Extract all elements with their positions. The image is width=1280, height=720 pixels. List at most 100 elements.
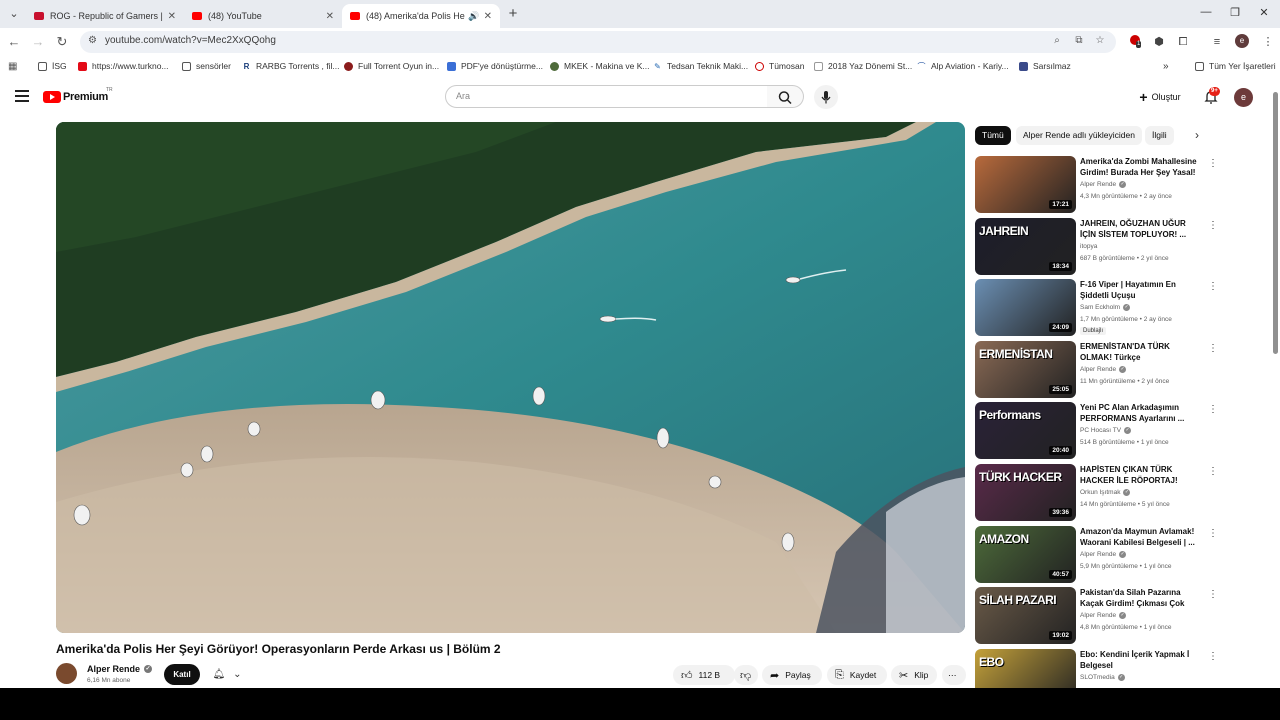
bookmark-item[interactable]: Full Torrent Oyun in... xyxy=(344,61,439,71)
kebab-menu-icon[interactable]: ⋮ xyxy=(1207,343,1219,354)
subscription-bell-button[interactable]: 🔔︎ ⌄ xyxy=(205,664,249,685)
recommendation-item[interactable]: TÜRK HACKER 39:36 HAPİSTEN ÇIKAN TÜRK HACK… xyxy=(975,464,1225,522)
kebab-menu-icon[interactable]: ⋮ xyxy=(1207,158,1219,169)
video-thumbnail[interactable]: EBO xyxy=(975,649,1076,688)
bookmark-item[interactable]: MKEK - Makina ve K... xyxy=(550,61,650,71)
close-icon[interactable]: ✕ xyxy=(326,11,334,22)
channel-avatar[interactable] xyxy=(56,663,77,684)
recommendation-item[interactable]: AMAZON 40:57 Amazon'da Maymun Avlamak! Wao… xyxy=(975,526,1225,584)
puzzle-icon[interactable]: ⧠ xyxy=(1175,34,1191,50)
bookmarks-overflow-button[interactable]: » xyxy=(1163,61,1169,72)
recommendation-channel[interactable]: Sam Eckholm ✓ xyxy=(1080,304,1131,311)
video-thumbnail[interactable]: Performans 20:40 xyxy=(975,402,1076,459)
scrollbar-thumb[interactable] xyxy=(1273,92,1278,354)
video-thumbnail[interactable]: SİLAH PAZARI 19:02 xyxy=(975,587,1076,644)
share-button[interactable]: ➦ Paylaş xyxy=(762,665,822,685)
kebab-menu-icon[interactable]: ⋮ xyxy=(1207,220,1219,231)
voice-search-button[interactable] xyxy=(814,85,838,109)
reading-list-icon[interactable]: ≡ xyxy=(1209,34,1225,50)
back-icon[interactable]: ← xyxy=(6,34,22,50)
chip-all[interactable]: Tümü xyxy=(975,126,1011,145)
dislike-button[interactable]: 👎︎ xyxy=(734,665,758,685)
recommendation-title[interactable]: JAHREIN, OĞUZHAN UĞUR İÇİN SİSTEM TOPLUY… xyxy=(1080,218,1202,240)
menu-kebab-icon[interactable]: ⋮ xyxy=(1260,34,1276,50)
bookmark-item[interactable]: PDF'ye dönüştürme... xyxy=(447,61,543,71)
kebab-menu-icon[interactable]: ⋮ xyxy=(1207,466,1219,477)
video-thumbnail[interactable]: 17:21 xyxy=(975,156,1076,213)
bookmark-item[interactable]: Tümosan xyxy=(755,61,804,71)
url-text[interactable]: youtube.com/watch?v=Mec2XxQQohg xyxy=(105,35,276,46)
install-app-icon[interactable]: ⧉ xyxy=(1072,35,1086,46)
account-avatar[interactable]: e xyxy=(1234,88,1253,107)
recommendation-title[interactable]: F-16 Viper | Hayatımın En Şiddetli Uçuşu xyxy=(1080,279,1202,301)
close-icon[interactable]: ✕ xyxy=(484,11,492,22)
create-button[interactable]: + Oluştur xyxy=(1130,87,1190,107)
recommendation-item[interactable]: Performans 20:40 Yeni PC Alan Arkadaşımın … xyxy=(975,402,1225,460)
recommendation-channel[interactable]: Alper Rende ✓ xyxy=(1080,551,1127,558)
zoom-icon[interactable]: ⌕ xyxy=(1050,35,1064,46)
profile-avatar[interactable]: e xyxy=(1235,34,1249,48)
restore-icon[interactable]: ❐ xyxy=(1225,6,1245,19)
close-window-icon[interactable]: ✕ xyxy=(1254,6,1274,19)
save-button[interactable]: ⎘ Kaydet xyxy=(827,665,887,685)
new-tab-button[interactable]: + xyxy=(504,5,522,23)
recommendation-item[interactable]: 17:21 Amerika'da Zombi Mahallesine Girdim… xyxy=(975,156,1225,214)
video-thumbnail[interactable]: AMAZON 40:57 xyxy=(975,526,1076,583)
recommendation-title[interactable]: Amerika'da Zombi Mahallesine Girdim! Bur… xyxy=(1080,156,1202,178)
recommendation-channel[interactable]: Alper Rende ✓ xyxy=(1080,612,1127,619)
recommendation-channel[interactable]: SLOTmedia ✓ xyxy=(1080,674,1125,681)
close-icon[interactable]: ✕ xyxy=(168,11,176,22)
clip-button[interactable]: ✂ Klip xyxy=(891,665,937,685)
channel-name[interactable]: Alper Rende ✓ xyxy=(87,664,153,674)
recommendation-channel[interactable]: Alper Rende ✓ xyxy=(1080,366,1127,373)
recommendation-title[interactable]: HAPİSTEN ÇIKAN TÜRK HACKER İLE RÖPORTAJ! xyxy=(1080,464,1202,486)
bookmark-item[interactable]: Sarsılmaz xyxy=(1019,61,1071,71)
recommendation-item[interactable]: SİLAH PAZARI 19:02 Pakistan'da Silah Pazar… xyxy=(975,587,1225,645)
chip-from-uploader[interactable]: Alper Rende adlı yükleyiciden xyxy=(1016,126,1142,145)
bookmark-item[interactable]: ⌒ Alp Aviation - Kariy... xyxy=(917,61,1009,71)
recommendation-item[interactable]: JAHREIN 18:34 JAHREIN, OĞUZHAN UĞUR İÇİN S… xyxy=(975,218,1225,276)
recommendation-channel[interactable]: Orkun Işıtmak ✓ xyxy=(1080,489,1131,496)
more-actions-button[interactable]: ⋯ xyxy=(942,665,966,685)
chevron-right-icon[interactable]: › xyxy=(1195,128,1199,142)
site-info-icon[interactable]: ⚙ xyxy=(88,35,97,46)
video-thumbnail[interactable]: JAHREIN 18:34 xyxy=(975,218,1076,275)
hamburger-menu-icon[interactable] xyxy=(15,90,29,105)
recommendation-item[interactable]: EBO Ebo: Kendini İçerik Yapmak İ Belgesel… xyxy=(975,649,1225,688)
bookmark-star-icon[interactable]: ☆ xyxy=(1093,35,1107,46)
video-player[interactable] xyxy=(56,122,965,633)
tab-active-video[interactable]: (48) Amerika'da Polis Her Ş 🔊 ✕ xyxy=(342,4,500,28)
bookmark-item[interactable]: İSG xyxy=(38,61,67,71)
recommendation-title[interactable]: Amazon'da Maymun Avlamak! Waorani Kabile… xyxy=(1080,526,1202,548)
join-button[interactable]: Katıl xyxy=(164,664,200,685)
recommendation-channel[interactable]: Alper Rende ✓ xyxy=(1080,181,1127,188)
kebab-menu-icon[interactable]: ⋮ xyxy=(1207,404,1219,415)
all-bookmarks-item[interactable]: Tüm Yer İşaretleri xyxy=(1195,61,1276,71)
bookmark-item[interactable]: R RARBG Torrents , fil... xyxy=(242,61,340,71)
apps-grid-icon[interactable]: ▦ xyxy=(8,61,17,72)
recommendation-title[interactable]: Ebo: Kendini İçerik Yapmak İ Belgesel xyxy=(1080,649,1202,671)
bookmark-item[interactable]: https://www.turkno... xyxy=(78,61,169,71)
speaker-icon[interactable]: 🔊 xyxy=(468,11,479,22)
recommendation-title[interactable]: ERMENİSTAN'DA TÜRK OLMAK! Türkçe konuştu… xyxy=(1080,341,1202,363)
shield-extension-icon[interactable]: ⬢ xyxy=(1151,34,1167,50)
kebab-menu-icon[interactable]: ⋮ xyxy=(1207,589,1219,600)
search-button[interactable] xyxy=(767,85,804,108)
address-bar[interactable]: ⚙ youtube.com/watch?v=Mec2XxQQohg ⌕ ⧉ ☆ xyxy=(80,31,1116,53)
video-thumbnail[interactable]: 24:09 xyxy=(975,279,1076,336)
bookmark-item[interactable]: ✎ Tedsan Teknik Maki... xyxy=(653,61,748,71)
bookmark-item[interactable]: 2018 Yaz Dönemi St... xyxy=(814,61,912,71)
recommendation-title[interactable]: Yeni PC Alan Arkadaşımın PERFORMANS Ayar… xyxy=(1080,402,1202,424)
kebab-menu-icon[interactable]: ⋮ xyxy=(1207,281,1219,292)
minimize-icon[interactable]: — xyxy=(1196,6,1216,18)
bookmark-item[interactable]: sensörler xyxy=(182,61,231,71)
recommendation-item[interactable]: ERMENİSTAN 25:05 ERMENİSTAN'DA TÜRK OLMAK!… xyxy=(975,341,1225,399)
reload-icon[interactable]: ↻ xyxy=(54,34,70,50)
kebab-menu-icon[interactable]: ⋮ xyxy=(1207,528,1219,539)
search-input[interactable]: Ara xyxy=(445,85,768,108)
kebab-menu-icon[interactable]: ⋮ xyxy=(1207,651,1219,662)
tab-youtube[interactable]: (48) YouTube ✕ xyxy=(184,4,342,28)
video-thumbnail[interactable]: TÜRK HACKER 39:36 xyxy=(975,464,1076,521)
video-thumbnail[interactable]: ERMENİSTAN 25:05 xyxy=(975,341,1076,398)
recommendation-channel[interactable]: PC Hocası TV ✓ xyxy=(1080,427,1132,434)
